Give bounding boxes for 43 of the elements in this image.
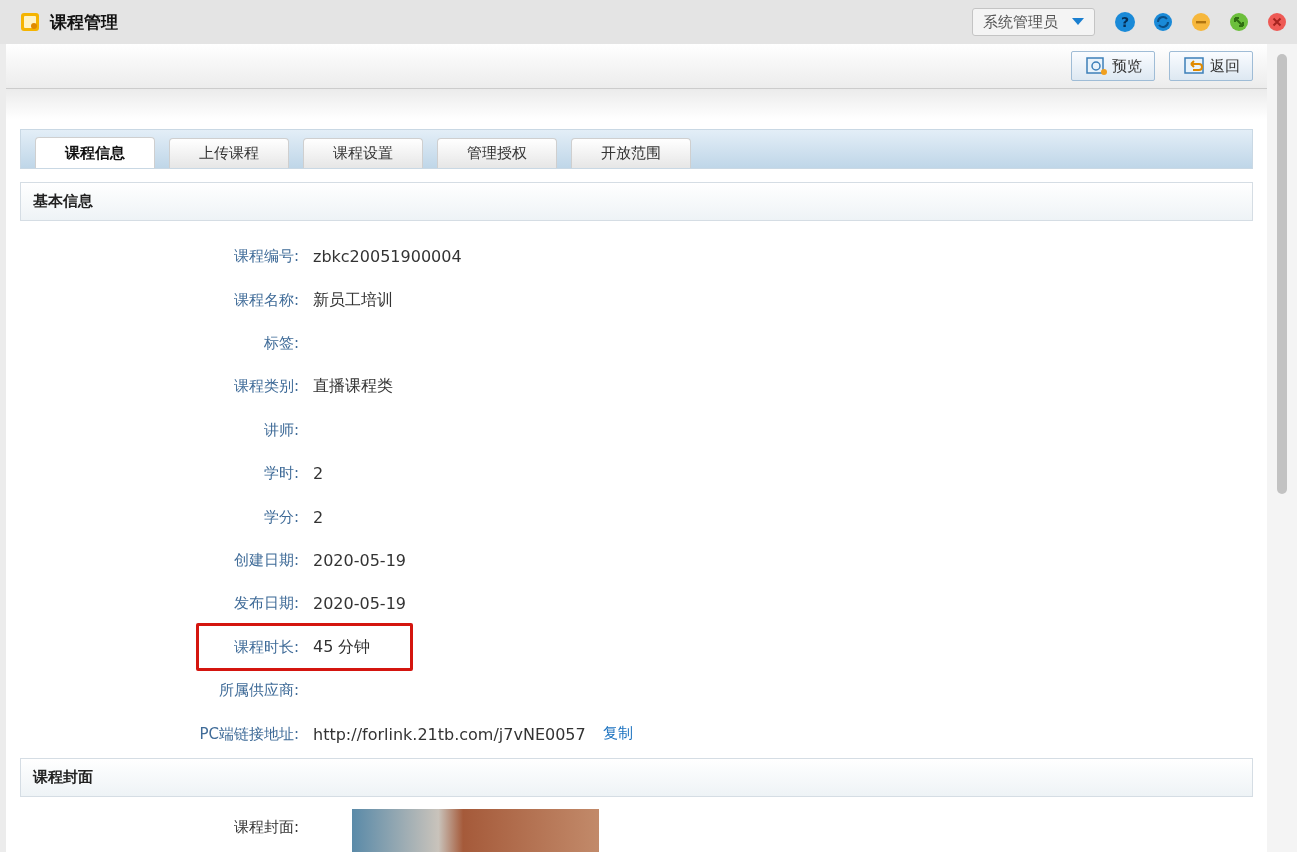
field-label: 发布日期: xyxy=(232,594,299,614)
preview-button[interactable]: 预览 xyxy=(1071,51,1155,81)
field-label: 课程名称: xyxy=(232,290,299,310)
field-value: 2020-05-19 xyxy=(313,550,406,570)
maximize-icon[interactable] xyxy=(1229,12,1249,32)
field-label: 课程编号: xyxy=(232,247,299,267)
magnifier-icon xyxy=(1086,56,1108,76)
field-label: 所属供应商: xyxy=(217,681,299,701)
field-value: 直播课程类 xyxy=(313,376,393,398)
tab[interactable]: 开放范围 xyxy=(571,138,691,168)
field-value: 2 xyxy=(313,507,324,527)
field-label: 学分: xyxy=(262,507,299,527)
tab[interactable]: 上传课程 xyxy=(169,138,289,168)
tab[interactable]: 课程设置 xyxy=(303,138,423,168)
minimize-icon[interactable] xyxy=(1191,12,1211,32)
field-label: 课程类别: xyxy=(232,377,299,397)
refresh-icon[interactable] xyxy=(1153,12,1173,32)
section-title: 课程封面 xyxy=(33,767,93,787)
caret-icon xyxy=(1072,18,1084,26)
scrollbar[interactable] xyxy=(1267,44,1297,852)
field-value: 2 xyxy=(313,464,324,484)
tab[interactable]: 课程信息 xyxy=(35,137,155,168)
section-title: 基本信息 xyxy=(33,192,93,211)
user-dropdown[interactable]: 系统管理员 xyxy=(972,8,1095,36)
field-label: PC端链接地址: xyxy=(199,724,299,744)
help-button[interactable]: ? xyxy=(1115,12,1135,32)
field-label: 课程时长: xyxy=(232,637,299,657)
field-value: zbkc20051900004 xyxy=(313,247,462,267)
app-icon xyxy=(20,12,40,32)
field-value: 新员工培训 xyxy=(313,289,393,311)
field-label: 课程封面: xyxy=(232,818,299,838)
field-label: 学时: xyxy=(262,464,299,484)
field-value: 2020-05-19 xyxy=(313,594,406,614)
field-label: 标签: xyxy=(262,334,299,353)
tab[interactable]: 管理授权 xyxy=(437,138,557,168)
window-title: 课程管理 xyxy=(50,10,118,34)
field-label: 创建日期: xyxy=(232,550,299,570)
field-label: 讲师: xyxy=(262,420,299,440)
copy-link[interactable]: 复制 xyxy=(602,724,633,744)
back-button[interactable]: 返回 xyxy=(1169,51,1253,81)
field-value: 45 分钟 xyxy=(313,636,371,658)
close-icon[interactable] xyxy=(1267,12,1287,32)
field-value: http://forlink.21tb.com/j7vNE0057 xyxy=(313,724,586,744)
